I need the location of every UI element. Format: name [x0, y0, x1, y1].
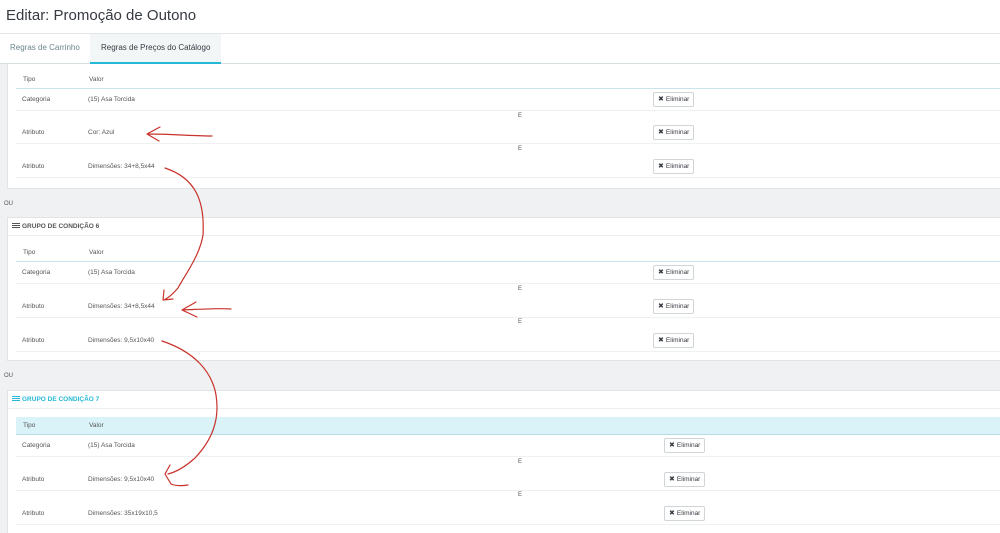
condition-group-heading: GRUPO DE CONDIÇÃO 6	[8, 218, 1000, 236]
page-header: Editar: Promoção de Outono	[0, 0, 1000, 34]
and-separator: E	[517, 492, 522, 498]
delete-condition-button[interactable]: ✖ Eliminar	[653, 333, 695, 348]
table-row: Categoria (15) Asa Torcida ✖ Eliminar	[16, 89, 1000, 111]
delete-label: Eliminar	[665, 303, 690, 310]
table-header: Tipo Valor	[16, 244, 1000, 262]
or-separator: OU	[4, 201, 13, 207]
condition-type: Categoria	[22, 269, 51, 276]
close-icon: ✖	[669, 442, 675, 449]
condition-value: Dimensões: 35x19x10,5	[88, 510, 158, 517]
column-header-value: Valor	[89, 422, 104, 429]
table-row: Atributo Cor: Azul ✖ Eliminar	[16, 122, 1000, 144]
delete-condition-button[interactable]: ✖ Eliminar	[664, 438, 706, 453]
delete-condition-button[interactable]: ✖ Eliminar	[653, 92, 695, 107]
close-icon: ✖	[669, 476, 675, 483]
close-icon: ✖	[658, 269, 664, 276]
column-header-type: Tipo	[23, 422, 36, 429]
table-row: Categoria (15) Asa Torcida ✖ Eliminar	[16, 435, 1000, 457]
close-icon: ✖	[658, 129, 664, 136]
delete-condition-button[interactable]: ✖ Eliminar	[653, 265, 695, 280]
delete-label: Eliminar	[676, 476, 701, 483]
condition-value: Dimensões: 34+8,5x44	[88, 163, 155, 170]
delete-label: Eliminar	[665, 96, 690, 103]
table-row: Atributo Dimensões: 35x19x10,5 ✖ Eliminar	[16, 503, 1000, 525]
tab-bar: Regras de Carrinho Regras de Preços do C…	[0, 34, 1000, 64]
and-separator: E	[517, 146, 522, 152]
column-header-value: Valor	[89, 76, 104, 83]
condition-type: Atributo	[22, 476, 45, 483]
condition-type: Atributo	[22, 129, 45, 136]
delete-label: Eliminar	[665, 163, 690, 170]
tab-cart-rules[interactable]: Regras de Carrinho	[0, 34, 90, 64]
column-header-value: Valor	[89, 249, 104, 256]
condition-value: (15) Asa Torcida	[88, 269, 135, 276]
condition-type: Atributo	[22, 510, 45, 517]
condition-type: Categoria	[22, 442, 51, 449]
page-title: Editar: Promoção de Outono	[6, 7, 197, 24]
close-icon: ✖	[658, 303, 664, 310]
close-icon: ✖	[658, 163, 664, 170]
tab-catalog-price-rules[interactable]: Regras de Preços do Catálogo	[90, 34, 222, 64]
condition-value: (15) Asa Torcida	[88, 96, 135, 103]
condition-type: Atributo	[22, 163, 45, 170]
table-row: Atributo Dimensões: 34+8,5x44 ✖ Eliminar	[16, 296, 1000, 318]
or-separator: OU	[4, 373, 13, 379]
delete-label: Eliminar	[676, 442, 701, 449]
condition-value: Dimensões: 9,5x10x40	[88, 337, 155, 344]
delete-label: Eliminar	[676, 510, 701, 517]
close-icon: ✖	[669, 510, 675, 517]
condition-value: Dimensões: 34+8,5x44	[88, 303, 155, 310]
condition-group-title: GRUPO DE CONDIÇÃO 7	[22, 396, 100, 403]
condition-group: Tipo Valor Categoria (15) Asa Torcida ✖ E…	[7, 64, 1000, 189]
delete-condition-button[interactable]: ✖ Eliminar	[664, 472, 706, 487]
condition-value: Dimensões: 9,5x10x40	[88, 476, 155, 483]
condition-group-6: GRUPO DE CONDIÇÃO 6 Tipo Valor Categoria…	[7, 217, 1000, 361]
close-icon: ✖	[658, 337, 664, 344]
and-separator: E	[517, 319, 522, 325]
table-row: Atributo Dimensões: 9,5x10x40 ✖ Eliminar	[16, 469, 1000, 491]
condition-group-title: GRUPO DE CONDIÇÃO 6	[22, 223, 100, 230]
table-row: Atributo Dimensões: 34+8,5x44 ✖ Eliminar	[16, 156, 1000, 178]
delete-condition-button[interactable]: ✖ Eliminar	[653, 299, 695, 314]
and-separator: E	[517, 459, 522, 465]
condition-type: Categoria	[22, 96, 51, 103]
condition-value: Cor: Azul	[88, 129, 115, 136]
table-row: Categoria (15) Asa Torcida ✖ Eliminar	[16, 262, 1000, 284]
column-header-type: Tipo	[23, 76, 36, 83]
delete-label: Eliminar	[665, 129, 690, 136]
column-header-type: Tipo	[23, 249, 36, 256]
table-header: Tipo Valor	[16, 71, 1000, 89]
table-header: Tipo Valor	[16, 417, 1000, 435]
table-row: Atributo Dimensões: 9,5x10x40 ✖ Eliminar	[16, 330, 1000, 352]
condition-group-heading: GRUPO DE CONDIÇÃO 7	[8, 391, 1000, 409]
and-separator: E	[517, 286, 522, 292]
group-list-icon	[12, 396, 20, 401]
delete-condition-button[interactable]: ✖ Eliminar	[653, 125, 695, 140]
group-list-icon	[12, 223, 20, 228]
delete-condition-button[interactable]: ✖ Eliminar	[664, 506, 706, 521]
condition-group-7: GRUPO DE CONDIÇÃO 7 Tipo Valor Categoria…	[7, 390, 1000, 533]
condition-type: Atributo	[22, 337, 45, 344]
delete-label: Eliminar	[665, 269, 690, 276]
and-separator: E	[517, 113, 522, 119]
delete-condition-button[interactable]: ✖ Eliminar	[653, 159, 695, 174]
condition-type: Atributo	[22, 303, 45, 310]
close-icon: ✖	[658, 96, 664, 103]
delete-label: Eliminar	[665, 337, 690, 344]
condition-value: (15) Asa Torcida	[88, 442, 135, 449]
